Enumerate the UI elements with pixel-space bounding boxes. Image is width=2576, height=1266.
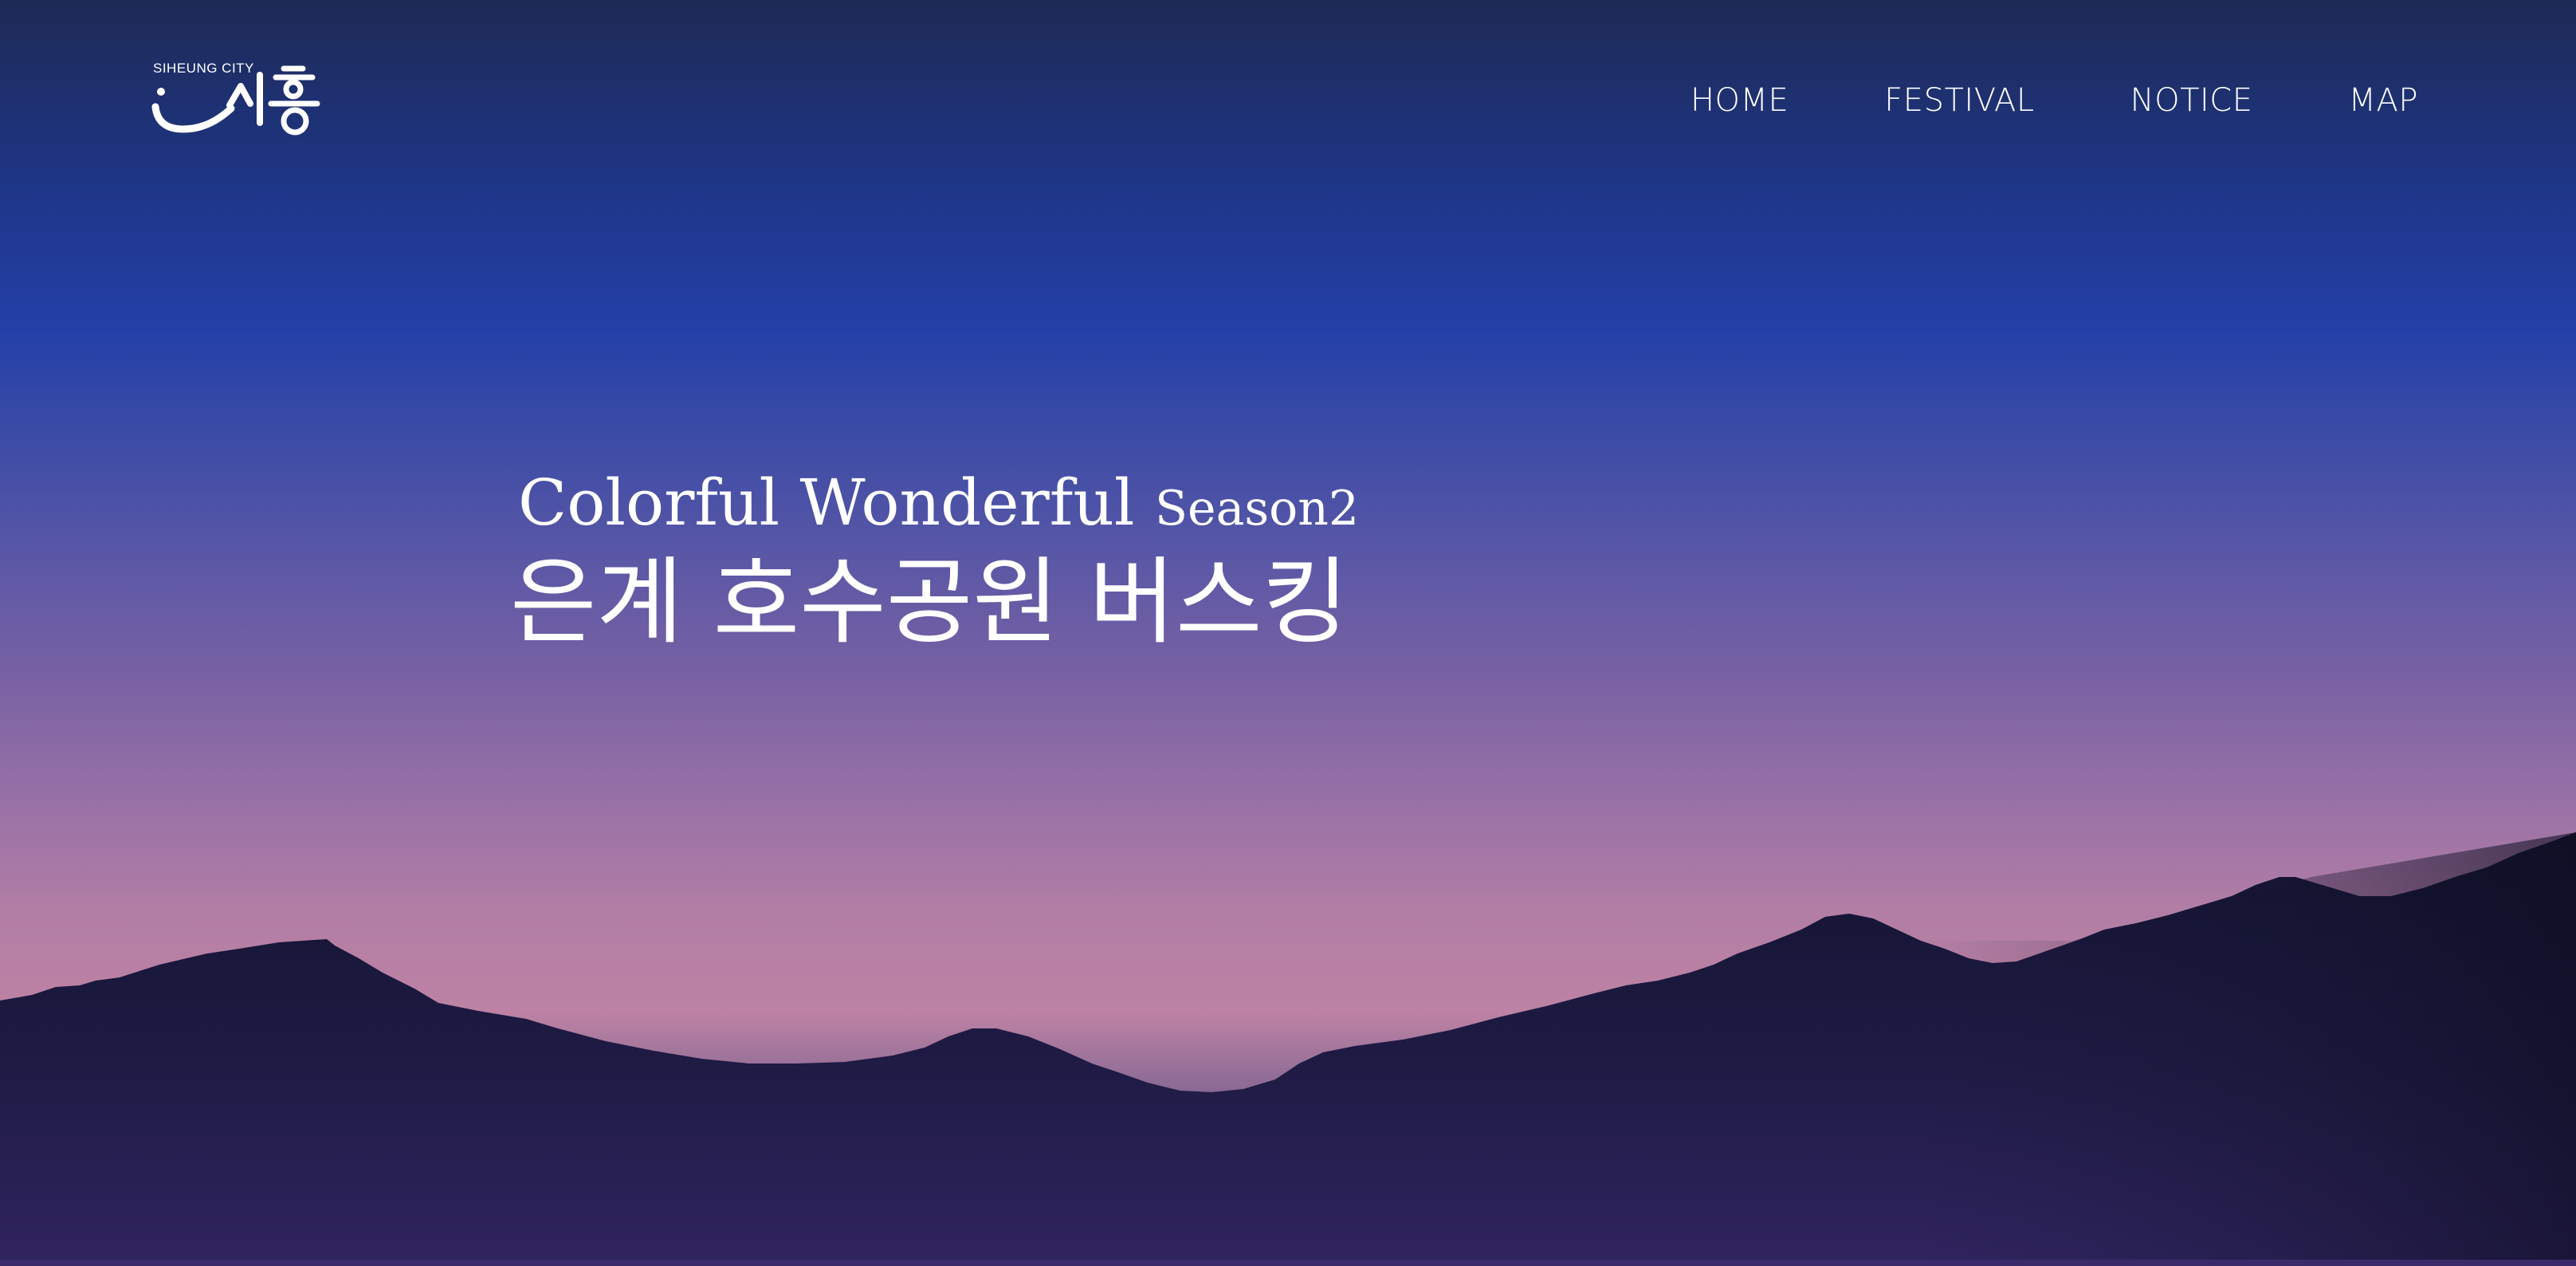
site-header: SIHEUNG CITY HOME FESTIVAL NOTICE MAP bbox=[0, 0, 2576, 191]
hero-section: Colorful Wonderful Season2 은계 호수공원 버스킹 bbox=[510, 466, 1359, 662]
siheung-logo-icon bbox=[151, 65, 320, 136]
nav-map[interactable]: MAP bbox=[2349, 78, 2419, 123]
main-nav: HOME FESTIVAL NOTICE MAP bbox=[1690, 78, 2418, 123]
hero-title-main: Colorful Wonderful bbox=[518, 466, 1135, 540]
nav-notice[interactable]: NOTICE bbox=[2130, 78, 2253, 123]
hero-title: Colorful Wonderful Season2 bbox=[510, 466, 1359, 545]
nav-festival[interactable]: FESTIVAL bbox=[1884, 78, 2034, 123]
hero-title-season: Season2 bbox=[1154, 481, 1360, 537]
siheung-city-logo[interactable]: SIHEUNG CITY bbox=[151, 57, 335, 145]
hero-subtitle: 은계 호수공원 버스킹 bbox=[510, 547, 1349, 657]
nav-home[interactable]: HOME bbox=[1690, 78, 1789, 123]
